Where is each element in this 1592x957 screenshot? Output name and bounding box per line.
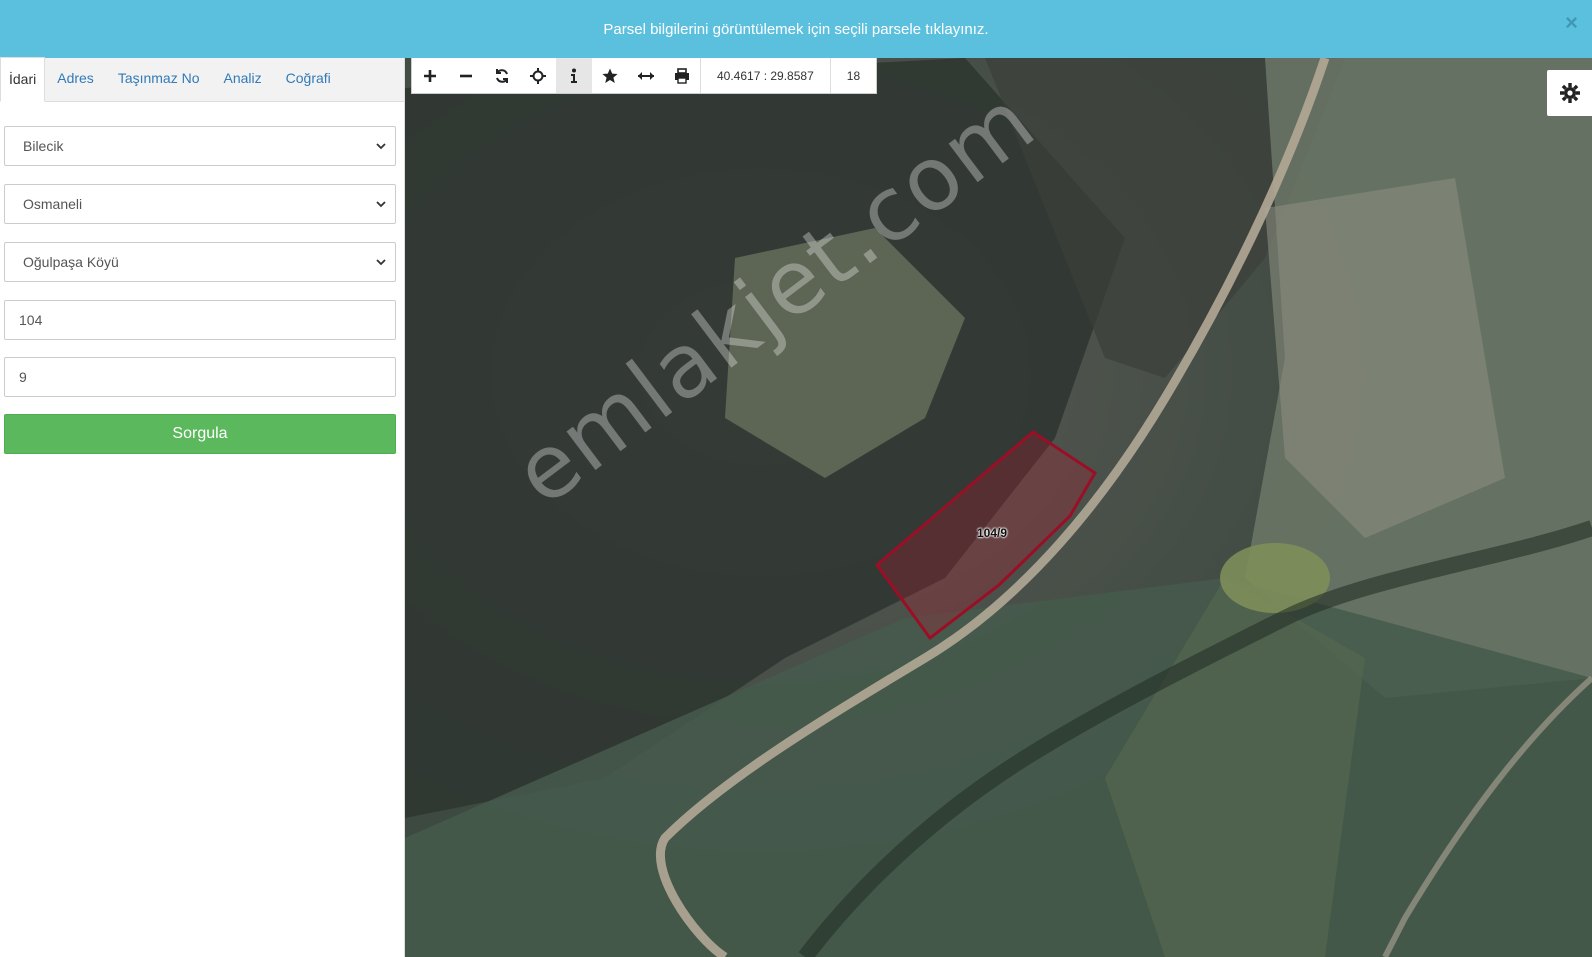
zoom-out-icon[interactable]: [448, 58, 484, 93]
info-icon[interactable]: [556, 58, 592, 93]
settings-button[interactable]: [1547, 70, 1592, 116]
block-input[interactable]: 104: [4, 300, 396, 340]
sorgula-button[interactable]: Sorgula: [4, 414, 396, 454]
neighborhood-value: Oğulpaşa Köyü: [23, 254, 119, 270]
print-icon[interactable]: [664, 58, 700, 93]
parcel-value: 9: [19, 369, 27, 385]
measure-icon[interactable]: [628, 58, 664, 93]
close-icon[interactable]: ×: [1565, 12, 1578, 34]
locate-icon[interactable]: [520, 58, 556, 93]
parcel-input[interactable]: 9: [4, 357, 396, 397]
satellite-imagery: [405, 58, 1592, 957]
district-select[interactable]: Osmaneli: [4, 184, 396, 224]
gear-icon: [1559, 83, 1580, 103]
tab-analiz[interactable]: Analiz: [212, 57, 274, 101]
chevron-down-icon: [376, 259, 386, 266]
banner-message: Parsel bilgilerini görüntülemek için seç…: [603, 20, 989, 38]
block-value: 104: [19, 312, 43, 328]
star-icon[interactable]: [592, 58, 628, 93]
search-panel: İdari Adres Taşınmaz No Analiz Coğrafi B…: [0, 57, 405, 957]
parcel-label: 104/9: [977, 526, 1008, 540]
chevron-down-icon: [376, 201, 386, 208]
tab-idari[interactable]: İdari: [0, 57, 46, 102]
tab-bar: İdari Adres Taşınmaz No Analiz Coğrafi: [0, 57, 404, 102]
chevron-down-icon: [376, 143, 386, 150]
zoom-level-readout: 18: [829, 58, 876, 93]
province-value: Bilecik: [23, 138, 64, 154]
coordinate-readout: 40.4617 : 29.8587: [700, 58, 830, 93]
info-banner: Parsel bilgilerini görüntülemek için seç…: [0, 0, 1592, 58]
district-value: Osmaneli: [23, 196, 83, 212]
neighborhood-select[interactable]: Oğulpaşa Köyü: [4, 242, 396, 282]
refresh-icon[interactable]: [484, 58, 520, 93]
province-select[interactable]: Bilecik: [4, 126, 396, 166]
tab-cografi[interactable]: Coğrafi: [274, 57, 343, 101]
tab-adres[interactable]: Adres: [45, 57, 106, 101]
tab-tasinmaz-no[interactable]: Taşınmaz No: [106, 57, 212, 101]
zoom-in-icon[interactable]: [412, 58, 448, 93]
query-form: Bilecik Osmaneli Oğulpaşa Köyü 104 9 Sor…: [0, 102, 404, 454]
map-view[interactable]: emlakjet.com 104/9 40.4617 : 29.8587 18: [405, 58, 1592, 957]
map-toolbar: 40.4617 : 29.8587 18: [411, 58, 878, 94]
